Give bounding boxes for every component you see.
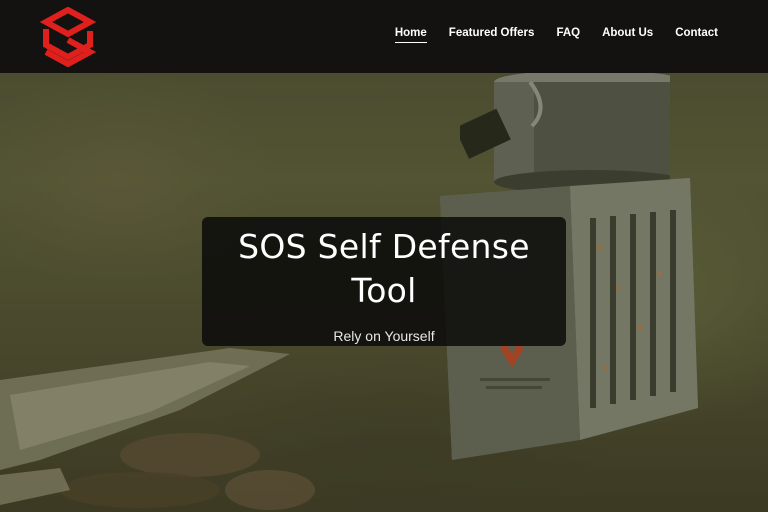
nav-featured-offers-link[interactable]: Featured Offers	[449, 27, 535, 43]
page: Home Featured Offers FAQ About Us Contac…	[0, 0, 768, 512]
hero-title: SOS Self Defense Tool	[238, 227, 530, 310]
sos-logo-icon[interactable]	[40, 7, 96, 67]
nav-about-us-link[interactable]: About Us	[602, 27, 653, 43]
nav-faq-link[interactable]: FAQ	[556, 27, 580, 43]
nav-contact-link[interactable]: Contact	[675, 27, 718, 43]
site-header: Home Featured Offers FAQ About Us Contac…	[0, 0, 768, 73]
hero-card: SOS Self Defense Tool Rely on Yourself	[202, 217, 566, 346]
hero-subtitle: Rely on Yourself	[333, 328, 435, 344]
main-navigation: Home Featured Offers FAQ About Us Contac…	[394, 27, 718, 43]
nav-home-link[interactable]: Home	[394, 27, 427, 43]
